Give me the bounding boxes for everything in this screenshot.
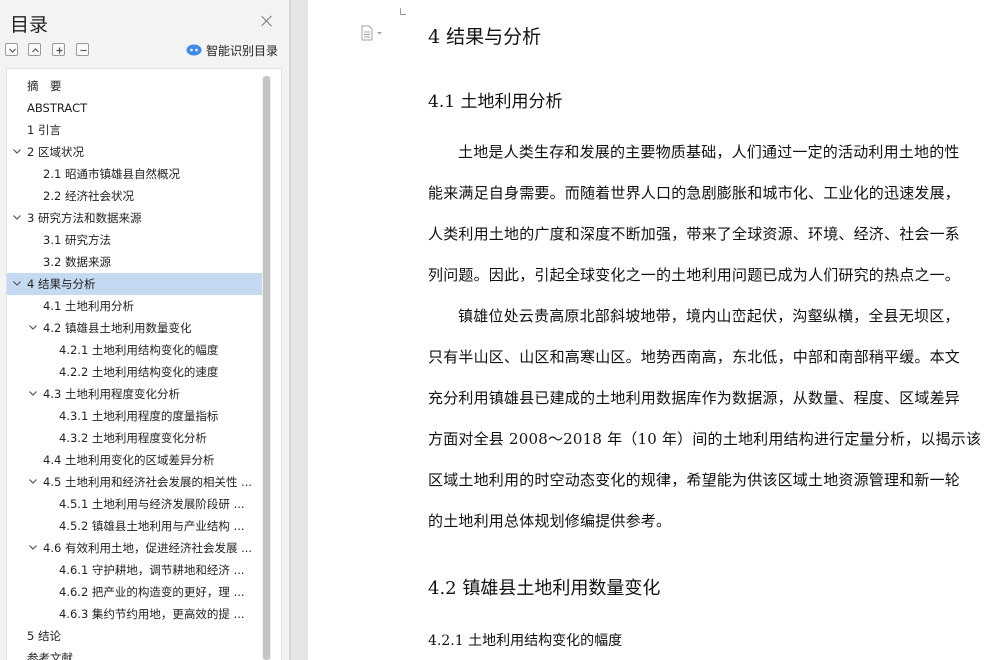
toc-item-label: 4.3.1 土地利用程度的度量指标 bbox=[59, 409, 219, 423]
toc-item[interactable]: 2 区域状况 bbox=[7, 141, 263, 163]
close-icon[interactable] bbox=[260, 14, 274, 28]
toc-item[interactable]: 3 研究方法和数据来源 bbox=[7, 207, 263, 229]
toc-item[interactable]: 3.2 数据来源 bbox=[7, 251, 263, 273]
toc-item-label: 4.6.1 守护耕地，调节耕地和经济 ... bbox=[59, 563, 245, 577]
paragraph-1-line: 能来满足自身需要。而随着世界人口的急剧膨胀和城市化、工业化的迅速发展， bbox=[428, 184, 961, 202]
toc-item-label: 4.1 土地利用分析 bbox=[43, 299, 134, 313]
toc-item-label: 4.3 土地利用程度变化分析 bbox=[43, 387, 180, 401]
heading-4-1: 4.1 土地利用分析 bbox=[428, 92, 563, 112]
toc-item[interactable]: 4.2.1 土地利用结构变化的幅度 bbox=[7, 339, 263, 361]
toc-item-label: 4.6 有效利用土地，促进经济社会发展 ... bbox=[43, 541, 253, 555]
chevron-down-icon[interactable] bbox=[27, 321, 39, 333]
toc-item[interactable]: 3.1 研究方法 bbox=[7, 229, 263, 251]
plus-icon bbox=[56, 47, 63, 54]
toc-item-label: 4.6.2 把产业的构造变的更好，理 ... bbox=[59, 585, 245, 599]
paragraph-2-line: 只有半山区、山区和高寒山区。地势西南高，东北低，中部和南部稍平缓。本文 bbox=[428, 348, 961, 366]
toc-item[interactable]: 4.5.1 土地利用与经济发展阶段研 ... bbox=[7, 493, 263, 515]
toc-item-label: 4.2.2 土地利用结构变化的速度 bbox=[59, 365, 219, 379]
toc-item-label: 1 引言 bbox=[27, 123, 61, 137]
paragraph-1-line: 土地是人类生存和发展的主要物质基础，人们通过一定的活动利用土地的性 bbox=[458, 143, 960, 161]
paragraph-2-line: 区域土地利用的时空动态变化的规律，希望能为供该区域土地资源管理和新一轮 bbox=[428, 471, 961, 489]
paragraph-2-line: 的土地利用总体规划修编提供参考。 bbox=[428, 512, 672, 530]
minus-icon bbox=[80, 49, 87, 52]
chevron-down-icon[interactable] bbox=[11, 277, 23, 289]
toc-item[interactable]: 2.2 经济社会状况 bbox=[7, 185, 263, 207]
toc-item[interactable]: 2.1 昭通市镇雄县自然概况 bbox=[7, 163, 263, 185]
paragraph-1-line: 人类利用土地的广度和深度不断加强，带来了全球资源、环境、经济、社会一系 bbox=[428, 225, 961, 243]
panel-divider[interactable] bbox=[290, 0, 308, 660]
page-corner-mark bbox=[400, 8, 401, 15]
chevron-down-icon[interactable] bbox=[27, 475, 39, 487]
paragraph-2-line: 镇雄位处云贵高原北部斜坡地带，境内山峦起伏，沟壑纵横，全县无坝区， bbox=[458, 307, 960, 325]
toc-item-label: ABSTRACT bbox=[27, 101, 88, 115]
toc-panel: 目录 智能识别目录 摘 要 ABSTRACT 1 引言 2 区域状况 2.1 昭通市镇雄… bbox=[0, 0, 290, 660]
toc-list: 摘 要 ABSTRACT 1 引言 2 区域状况 2.1 昭通市镇雄县自然概况 2.2 经… bbox=[6, 68, 282, 660]
chevron-down-icon[interactable] bbox=[27, 387, 39, 399]
toc-item-label: 3.1 研究方法 bbox=[43, 233, 111, 247]
toc-item-label: 摘 要 bbox=[27, 79, 62, 93]
heading-4-2: 4.2 镇雄县土地利用数量变化 bbox=[428, 578, 661, 599]
paragraph-2-line: 充分利用镇雄县已建成的土地利用数据库作为数据源，从数量、程度、区域差异 bbox=[428, 389, 961, 407]
document-page[interactable] bbox=[308, 0, 985, 660]
chevron-down-icon[interactable] bbox=[11, 145, 23, 157]
toc-item[interactable]: 4.6.1 守护耕地，调节耕地和经济 ... bbox=[7, 559, 263, 581]
toc-item[interactable]: 4.3.2 土地利用程度变化分析 bbox=[7, 427, 263, 449]
toc-item[interactable]: 4.6.2 把产业的构造变的更好，理 ... bbox=[7, 581, 263, 603]
toc-item-label: 4.4 土地利用变化的区域差异分析 bbox=[43, 453, 215, 467]
smart-toc-label: 智能识别目录 bbox=[206, 43, 279, 58]
toc-item[interactable]: 1 引言 bbox=[7, 119, 263, 141]
toc-item[interactable]: 摘 要 bbox=[7, 75, 263, 97]
toc-item-label: 4.2 镇雄县土地利用数量变化 bbox=[43, 321, 192, 335]
toc-scrollbar[interactable] bbox=[262, 76, 271, 660]
paragraph-1-line: 列问题。因此，引起全球变化之一的土地利用问题已成为人们研究的热点之一。 bbox=[428, 266, 961, 284]
toc-item[interactable]: 4.1 土地利用分析 bbox=[7, 295, 263, 317]
toc-item-label: 4.3.2 土地利用程度变化分析 bbox=[59, 431, 207, 445]
toc-item-label: 3 研究方法和数据来源 bbox=[27, 211, 142, 225]
chevron-down-icon[interactable] bbox=[27, 541, 39, 553]
remove-heading-button[interactable] bbox=[76, 43, 89, 56]
add-heading-button[interactable] bbox=[52, 43, 65, 56]
chevron-down-icon[interactable] bbox=[11, 211, 23, 223]
toc-item-label: 4.5 土地利用和经济社会发展的相关性 ... bbox=[43, 475, 253, 489]
heading-4-2-1: 4.2.1 土地利用结构变化的幅度 bbox=[428, 633, 623, 649]
toc-item-label: 4.5.2 镇雄县土地利用与产业结构 ... bbox=[59, 519, 245, 533]
toc-item[interactable]: 4.2.2 土地利用结构变化的速度 bbox=[7, 361, 263, 383]
toc-item[interactable]: 4.4 土地利用变化的区域差异分析 bbox=[7, 449, 263, 471]
toc-item[interactable]: 4.3 土地利用程度变化分析 bbox=[7, 383, 263, 405]
expand-all-button[interactable] bbox=[5, 43, 18, 56]
toc-item[interactable]: 4.3.1 土地利用程度的度量指标 bbox=[7, 405, 263, 427]
heading-4: 4 结果与分析 bbox=[428, 26, 542, 48]
toc-item[interactable]: 参考文献 bbox=[7, 647, 263, 660]
toc-item[interactable]: 5 结论 bbox=[7, 625, 263, 647]
toc-scrollbar-thumb[interactable] bbox=[263, 76, 270, 660]
collapse-all-button[interactable] bbox=[28, 43, 41, 56]
toc-item-label: 2 区域状况 bbox=[27, 145, 84, 159]
toc-item[interactable]: 4 结果与分析 bbox=[7, 273, 263, 295]
paragraph-2-line: 方面对全县 2008～2018 年（10 年）间的土地利用结构进行定量分析，以揭… bbox=[428, 430, 982, 448]
toc-title: 目录 bbox=[10, 14, 49, 36]
smart-recognition-icon bbox=[186, 44, 202, 56]
toc-item-label: 3.2 数据来源 bbox=[43, 255, 111, 269]
smart-toc-button[interactable]: 智能识别目录 bbox=[186, 42, 278, 58]
toc-item-label: 4 结果与分析 bbox=[27, 277, 96, 291]
toc-item-label: 4.6.3 集约节约用地，更高效的提 ... bbox=[59, 607, 245, 621]
paragraph-options-icon[interactable] bbox=[360, 25, 384, 41]
toc-item[interactable]: 4.5 土地利用和经济社会发展的相关性 ... bbox=[7, 471, 263, 493]
toc-item-label: 4.2.1 土地利用结构变化的幅度 bbox=[59, 343, 219, 357]
toc-item[interactable]: 4.6 有效利用土地，促进经济社会发展 ... bbox=[7, 537, 263, 559]
toc-item-label: 参考文献 bbox=[27, 651, 73, 660]
toc-item-label: 5 结论 bbox=[27, 629, 61, 643]
toc-item[interactable]: ABSTRACT bbox=[7, 97, 263, 119]
toc-item-label: 2.2 经济社会状况 bbox=[43, 189, 134, 203]
toc-item[interactable]: 4.5.2 镇雄县土地利用与产业结构 ... bbox=[7, 515, 263, 537]
toc-item-label: 4.5.1 土地利用与经济发展阶段研 ... bbox=[59, 497, 245, 511]
toc-item-label: 2.1 昭通市镇雄县自然概况 bbox=[43, 167, 180, 181]
toc-item[interactable]: 4.2 镇雄县土地利用数量变化 bbox=[7, 317, 263, 339]
chevron-down-icon bbox=[9, 48, 16, 53]
chevron-up-icon bbox=[32, 48, 39, 53]
toc-item[interactable]: 4.6.3 集约节约用地，更高效的提 ... bbox=[7, 603, 263, 625]
